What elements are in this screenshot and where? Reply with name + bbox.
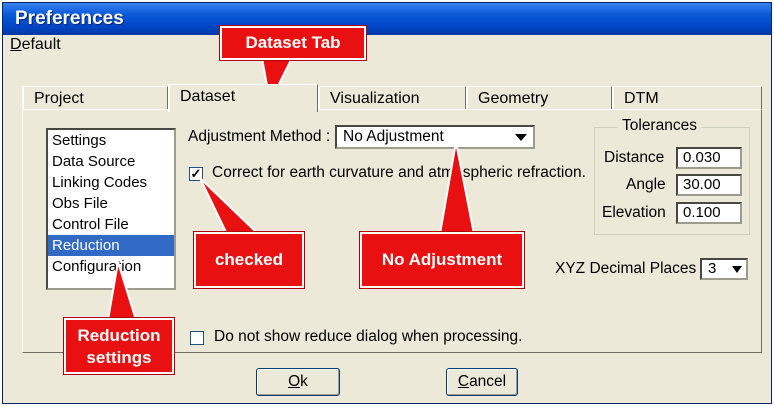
reduce-dialog-label: Do not show reduce dialog when processin… xyxy=(214,328,523,345)
xyz-decimal-places-label: XYZ Decimal Places xyxy=(555,260,697,277)
list-item-settings[interactable]: Settings xyxy=(48,130,174,151)
distance-input[interactable]: 0.030 xyxy=(676,147,742,169)
cancel-button[interactable]: Cancel xyxy=(446,368,518,396)
checkmark-icon: ✓ xyxy=(190,166,202,181)
tab-dataset[interactable]: Dataset xyxy=(168,84,318,112)
tab-geometry[interactable]: Geometry xyxy=(466,86,612,110)
callout-no-adjustment: No Adjustment xyxy=(360,232,524,288)
reduce-dialog-checkbox[interactable] xyxy=(190,331,204,345)
chevron-down-icon[interactable] xyxy=(732,266,742,273)
tab-dtm[interactable]: DTM xyxy=(612,86,762,110)
title-bar[interactable]: Preferences xyxy=(3,3,771,35)
list-item-data-source[interactable]: Data Source xyxy=(48,151,174,172)
tab-project[interactable]: Project xyxy=(22,86,168,110)
adjustment-method-select[interactable]: No Adjustment xyxy=(335,125,535,149)
xyz-decimal-places-select[interactable]: 3 xyxy=(700,258,748,280)
callout-checked: checked xyxy=(194,232,304,288)
list-item-reduction[interactable]: Reduction xyxy=(48,235,174,256)
distance-label: Distance xyxy=(604,149,665,166)
window-title: Preferences xyxy=(15,8,124,29)
adjustment-method-value: No Adjustment xyxy=(343,128,444,145)
list-item-linking-codes[interactable]: Linking Codes xyxy=(48,172,174,193)
curvature-label: Correct for earth curvature and atmosphe… xyxy=(212,164,586,181)
list-item-obs-file[interactable]: Obs File xyxy=(48,193,174,214)
adjustment-method-label: Adjustment Method : xyxy=(188,128,331,145)
curvature-checkbox[interactable]: ✓ xyxy=(189,167,203,181)
angle-label: Angle xyxy=(626,176,666,193)
menu-default[interactable]: Default xyxy=(10,36,61,53)
elevation-input[interactable]: 0.100 xyxy=(676,202,742,224)
callout-reduction-line2: settings xyxy=(86,348,152,367)
callout-reduction-line1: Reduction xyxy=(77,326,161,345)
tolerances-title: Tolerances xyxy=(618,117,701,135)
elevation-label: Elevation xyxy=(602,204,666,221)
ok-button[interactable]: Ok xyxy=(256,368,340,396)
menu-bar: Default xyxy=(10,36,61,60)
xyz-decimal-places-value: 3 xyxy=(708,260,717,277)
settings-listbox[interactable]: Settings Data Source Linking Codes Obs F… xyxy=(46,128,176,290)
tab-visualization[interactable]: Visualization xyxy=(318,86,466,110)
chevron-down-icon[interactable] xyxy=(515,134,527,141)
callout-dataset-tab: Dataset Tab xyxy=(220,26,366,60)
tab-strip: Project Dataset Visualization Geometry D… xyxy=(22,84,762,112)
angle-input[interactable]: 30.00 xyxy=(676,174,742,196)
list-item-control-file[interactable]: Control File xyxy=(48,214,174,235)
list-item-configuration[interactable]: Configuration xyxy=(48,256,174,277)
callout-reduction-settings: Reduction settings xyxy=(64,318,174,374)
